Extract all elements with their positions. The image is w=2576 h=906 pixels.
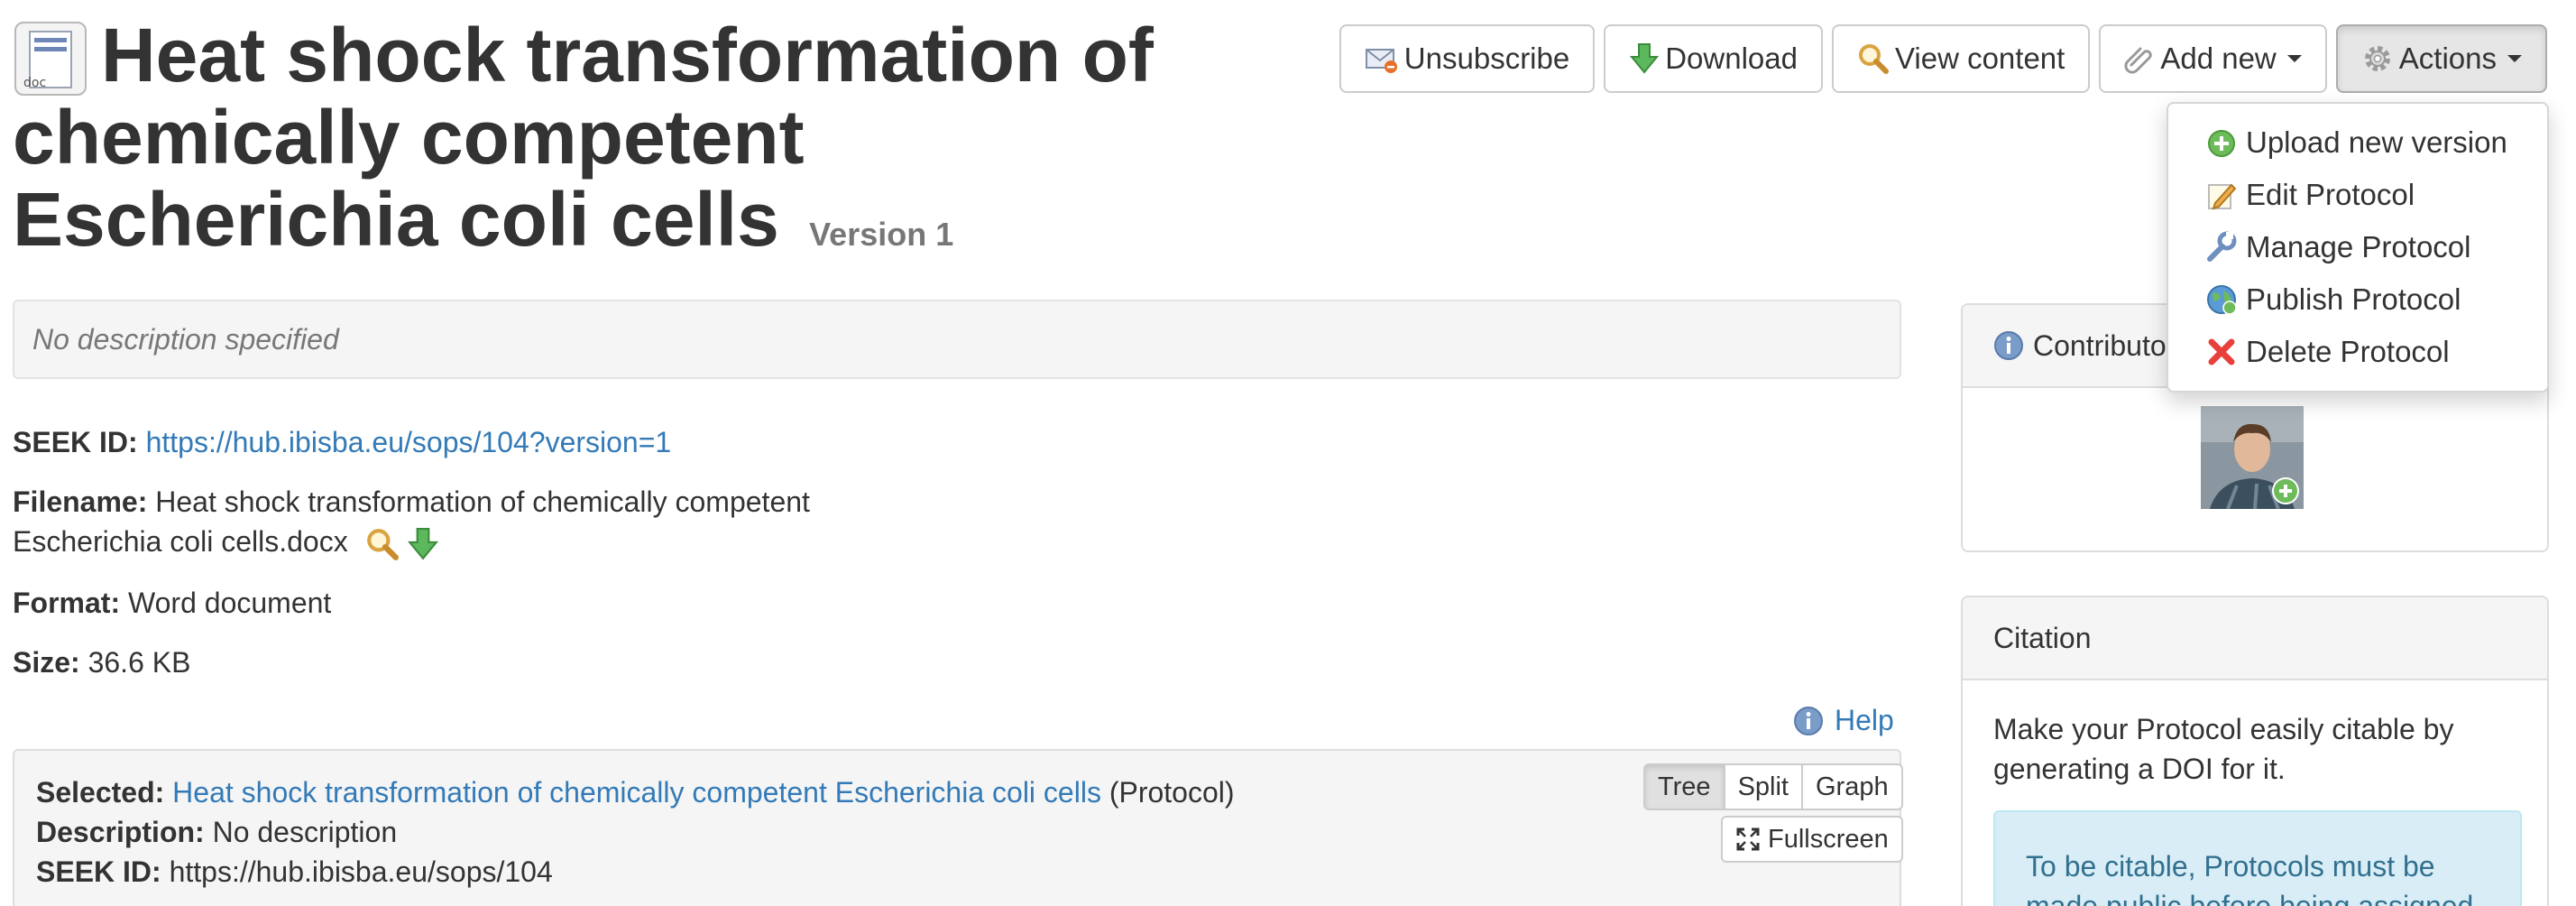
chevron-down-icon xyxy=(2507,55,2522,62)
download-label: Download xyxy=(1665,42,1798,75)
globe-icon xyxy=(2207,285,2237,315)
fullscreen-label: Fullscreen xyxy=(1768,824,1889,854)
view-content-label: View content xyxy=(1894,42,2065,75)
menu-item-delete-protocol[interactable]: Delete Protocol xyxy=(2168,326,2547,378)
menu-item-label: Manage Protocol xyxy=(2246,230,2471,263)
selected-line: Selected: Heat shock transformation of c… xyxy=(36,772,1235,812)
description-text: No description specified xyxy=(32,323,339,356)
format-field: Format: Word document xyxy=(13,583,331,623)
actions-label: Actions xyxy=(2398,42,2497,75)
view-content-button[interactable]: View content xyxy=(1831,24,2091,93)
add-new-label: Add new xyxy=(2160,42,2277,75)
selected-item-link[interactable]: Heat shock transformation of chemically … xyxy=(172,776,1101,809)
citation-notice: To be citable, Protocols must be made pu… xyxy=(1993,810,2522,906)
unsubscribe-button[interactable]: Unsubscribe xyxy=(1339,24,1596,93)
download-arrow-icon[interactable] xyxy=(407,527,439,561)
description-box: No description specified xyxy=(13,300,1901,379)
info-icon xyxy=(1794,706,1823,735)
format-label: Format: xyxy=(13,587,121,619)
seek-id-link[interactable]: https://hub.ibisba.eu/sops/104?version=1 xyxy=(146,426,672,458)
citation-header: Citation xyxy=(1963,597,2547,680)
citation-panel: Citation Make your Protocol easily citab… xyxy=(1961,596,2549,906)
citation-title: Citation xyxy=(1993,621,2092,654)
download-button[interactable]: Download xyxy=(1604,24,1823,93)
person-photo xyxy=(2201,406,2304,509)
tree-description-label: Description: xyxy=(36,816,205,848)
seek-id-field: SEEK ID: https://hub.ibisba.eu/sops/104?… xyxy=(13,422,671,462)
pencil-icon xyxy=(2208,183,2237,210)
tree-description-value: No description xyxy=(212,816,398,848)
view-mode-toggle: Tree Split Graph xyxy=(1643,763,1903,810)
filename-field: Filename: Heat shock transformation of c… xyxy=(13,482,810,561)
version-label: Version 1 xyxy=(809,216,954,253)
download-arrow-icon xyxy=(1630,43,1660,74)
filename-label: Filename: xyxy=(13,485,148,518)
menu-item-manage-protocol[interactable]: Manage Protocol xyxy=(2168,221,2547,273)
tree-panel: Selected: Heat shock transformation of c… xyxy=(13,749,1903,906)
avatar[interactable] xyxy=(2201,406,2304,509)
plus-circle-icon xyxy=(2208,130,2235,157)
help-label: Help xyxy=(1835,704,1894,736)
citation-text: Make your Protocol easily citable by gen… xyxy=(1993,713,2454,785)
selected-label: Selected: xyxy=(36,776,165,809)
menu-item-publish-protocol[interactable]: Publish Protocol xyxy=(2168,273,2547,326)
add-new-button[interactable]: Add new xyxy=(2099,24,2327,93)
actions-button[interactable]: Actions xyxy=(2335,24,2547,93)
tree-description-line: Description: No description xyxy=(36,812,397,852)
tab-split[interactable]: Split xyxy=(1723,763,1803,810)
size-label: Size: xyxy=(13,646,80,679)
citation-notice-text: To be citable, Protocols must be made pu… xyxy=(2026,850,2474,906)
tree-seek-id-value: https://hub.ibisba.eu/sops/104 xyxy=(169,855,553,888)
menu-item-label: Delete Protocol xyxy=(2246,335,2450,368)
size-field: Size: 36.6 KB xyxy=(13,643,190,682)
paperclip-icon xyxy=(2124,47,2153,74)
help-link[interactable]: Help xyxy=(1793,704,1894,737)
wrench-icon xyxy=(2207,231,2237,262)
page-title: Heat shock transformation of chemically … xyxy=(13,14,1212,275)
menu-item-label: Edit Protocol xyxy=(2246,178,2415,211)
filename-line1: Heat shock transformation of chemically … xyxy=(155,485,810,518)
format-value: Word document xyxy=(128,587,332,619)
cross-icon xyxy=(2208,338,2235,365)
menu-item-edit-protocol[interactable]: Edit Protocol xyxy=(2168,169,2547,221)
toolbar: Unsubscribe Download View content Add ne… xyxy=(1339,24,2547,93)
magnifier-icon[interactable] xyxy=(365,527,400,561)
chevron-down-icon xyxy=(2286,55,2302,62)
envelope-icon xyxy=(1365,49,1397,73)
info-icon xyxy=(1994,331,2023,360)
selected-type: (Protocol) xyxy=(1109,776,1235,809)
page-title-text: Heat shock transformation of chemically … xyxy=(13,13,1154,262)
magnifier-icon xyxy=(1858,44,1889,74)
tab-graph[interactable]: Graph xyxy=(1800,763,1903,810)
filename-line2: Escherichia coli cells.docx xyxy=(13,525,348,558)
menu-item-upload-new-version[interactable]: Upload new version xyxy=(2168,116,2547,169)
menu-item-label: Upload new version xyxy=(2246,125,2507,159)
menu-item-label: Publish Protocol xyxy=(2246,282,2461,316)
size-value: 36.6 KB xyxy=(87,646,191,679)
unsubscribe-label: Unsubscribe xyxy=(1403,42,1570,75)
expand-icon xyxy=(1736,827,1760,851)
gear-icon xyxy=(2364,46,2390,71)
fullscreen-button[interactable]: Fullscreen xyxy=(1721,816,1903,863)
tree-seek-id-label: SEEK ID: xyxy=(36,855,161,888)
tree-seek-id-line: SEEK ID: https://hub.ibisba.eu/sops/104 xyxy=(36,852,553,892)
actions-dropdown-menu: Upload new version Edit Protocol Manage … xyxy=(2167,102,2549,393)
seek-id-label: SEEK ID: xyxy=(13,426,138,458)
tab-tree[interactable]: Tree xyxy=(1643,763,1725,810)
contributors-title: Contributo xyxy=(2033,328,2167,362)
